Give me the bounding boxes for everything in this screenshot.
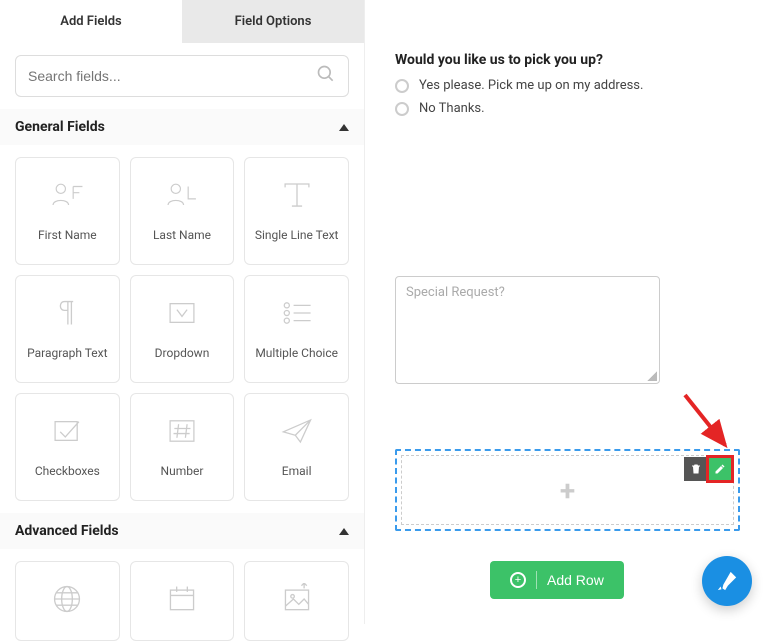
radio-icon — [395, 102, 409, 116]
field-image[interactable] — [244, 561, 349, 641]
advanced-fields-grid — [0, 549, 364, 641]
plus-circle-icon: + — [510, 572, 526, 588]
field-checkboxes[interactable]: Checkboxes — [15, 393, 120, 501]
calendar-icon — [166, 583, 198, 619]
form-preview: Would you like us to pick you up? Yes pl… — [365, 0, 770, 624]
add-row-label: Add Row — [547, 572, 604, 588]
section-advanced-header[interactable]: Advanced Fields — [0, 513, 364, 549]
field-label: Dropdown — [155, 346, 210, 360]
special-request-textarea[interactable]: Special Request? — [395, 276, 660, 384]
add-row-button[interactable]: + Add Row — [490, 561, 624, 599]
field-number[interactable]: Number — [130, 393, 235, 501]
general-fields-grid: First Name Last Name Single Line Text Pa… — [0, 145, 364, 513]
search-wrap — [0, 43, 364, 109]
tab-add-fields[interactable]: Add Fields — [0, 0, 182, 43]
section-general-header[interactable]: General Fields — [0, 109, 364, 145]
text-t-icon — [280, 180, 314, 214]
field-label: Number — [161, 464, 204, 478]
field-paragraph[interactable]: Paragraph Text — [15, 275, 120, 383]
edit-row-button[interactable] — [708, 457, 732, 481]
plus-icon: + — [560, 474, 575, 507]
field-label: Checkboxes — [35, 464, 100, 478]
radio-label: Yes please. Pick me up on my address. — [419, 78, 643, 93]
field-label: Last Name — [153, 228, 211, 242]
field-label: Paragraph Text — [27, 346, 107, 360]
field-website[interactable] — [15, 561, 120, 641]
collapse-icon — [339, 528, 349, 535]
field-last-name[interactable]: Last Name — [130, 157, 235, 265]
field-single-line[interactable]: Single Line Text — [244, 157, 349, 265]
delete-row-button[interactable] — [684, 457, 708, 481]
floating-action-button[interactable] — [702, 556, 752, 606]
dropdown-icon — [165, 298, 199, 332]
field-first-name[interactable]: First Name — [15, 157, 120, 265]
brush-icon — [716, 570, 738, 592]
field-date[interactable] — [130, 561, 235, 641]
checkbox-icon — [50, 416, 84, 450]
field-dropdown[interactable]: Dropdown — [130, 275, 235, 383]
left-panel: Add Fields Field Options General Fields … — [0, 0, 365, 624]
radio-list-icon — [280, 298, 314, 332]
field-email[interactable]: Email — [244, 393, 349, 501]
collapse-icon — [339, 124, 349, 131]
search-input[interactable] — [28, 68, 316, 84]
person-l-icon — [165, 180, 199, 214]
dropzone-actions — [684, 457, 732, 481]
image-upload-icon — [281, 583, 313, 619]
section-advanced-title: Advanced Fields — [15, 523, 119, 539]
tabs: Add Fields Field Options — [0, 0, 364, 43]
radio-label: No Thanks. — [419, 101, 485, 116]
field-label: Multiple Choice — [255, 346, 338, 360]
divider — [536, 571, 537, 589]
globe-icon — [51, 583, 83, 619]
section-general-title: General Fields — [15, 119, 105, 135]
search-container — [15, 55, 349, 97]
pilcrow-icon — [53, 298, 81, 332]
radio-option-2[interactable]: No Thanks. — [395, 101, 740, 116]
tab-field-options[interactable]: Field Options — [182, 0, 364, 43]
field-label: Single Line Text — [255, 228, 339, 242]
radio-icon — [395, 79, 409, 93]
paper-plane-icon — [280, 416, 314, 450]
resize-handle-icon[interactable] — [647, 371, 657, 381]
field-label: First Name — [38, 228, 97, 242]
search-icon — [316, 64, 336, 88]
person-f-icon — [50, 180, 84, 214]
hash-icon — [165, 416, 199, 450]
textarea-placeholder: Special Request? — [406, 285, 505, 300]
field-multiple-choice[interactable]: Multiple Choice — [244, 275, 349, 383]
field-label: Email — [282, 464, 312, 478]
row-dropzone[interactable]: + — [395, 449, 740, 531]
radio-option-1[interactable]: Yes please. Pick me up on my address. — [395, 78, 740, 93]
question-label: Would you like us to pick you up? — [395, 52, 740, 68]
